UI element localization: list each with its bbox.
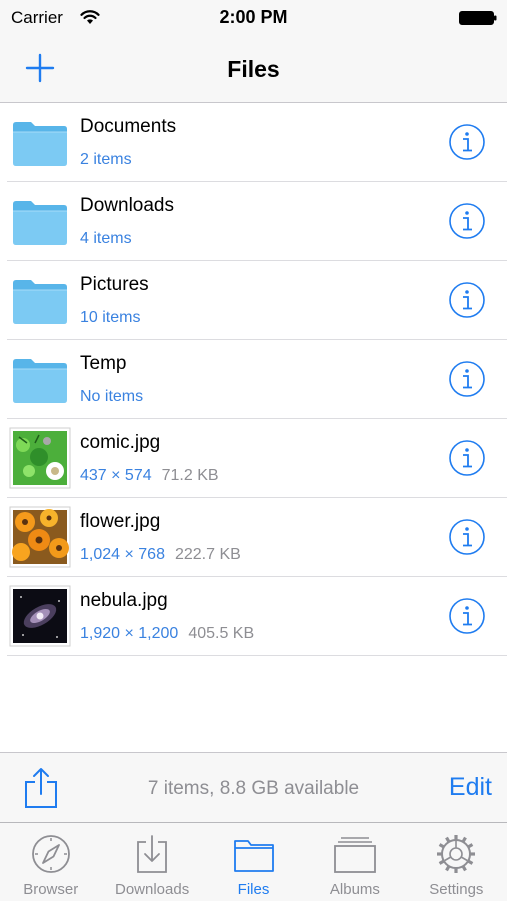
file-size: 405.5 KB bbox=[188, 625, 255, 642]
file-detail: 4 items bbox=[80, 230, 132, 247]
image-thumbnail bbox=[9, 585, 71, 647]
navigation-bar: Files bbox=[0, 36, 507, 103]
file-list: Documents 2 items Downloads 4 items Pictures… bbox=[0, 103, 507, 656]
folder-icon bbox=[9, 111, 71, 173]
tab-label: Downloads bbox=[115, 881, 190, 898]
storage-status: 7 items, 8.8 GB available bbox=[147, 778, 360, 799]
file-row[interactable]: comic.jpg 437 × 574 71.2 KB bbox=[7, 419, 507, 498]
status-bar: Carrier 2:00 PM bbox=[0, 0, 507, 36]
file-detail: No items bbox=[80, 388, 144, 405]
compass-icon bbox=[31, 835, 70, 873]
file-meta: No items bbox=[80, 388, 143, 406]
file-name: Documents bbox=[80, 116, 177, 137]
file-name: comic.jpg bbox=[80, 432, 161, 453]
clock: 2:00 PM bbox=[219, 7, 288, 27]
folder-icon bbox=[9, 269, 71, 331]
tab-albums[interactable]: Albums bbox=[304, 823, 405, 901]
file-detail: 437 × 574 bbox=[80, 467, 152, 484]
file-name: Temp bbox=[80, 353, 127, 374]
image-thumbnail bbox=[9, 506, 71, 568]
info-icon[interactable] bbox=[448, 202, 486, 240]
albums-icon bbox=[334, 837, 376, 873]
file-meta: 1,920 × 1,200 405.5 KB bbox=[80, 625, 254, 643]
file-meta: 437 × 574 71.2 KB bbox=[80, 467, 219, 485]
tab-downloads[interactable]: Downloads bbox=[101, 823, 202, 901]
tab-settings[interactable]: Settings bbox=[406, 823, 507, 901]
info-icon[interactable] bbox=[448, 123, 486, 161]
file-detail: 1,024 × 768 bbox=[80, 546, 165, 563]
battery-icon bbox=[459, 11, 497, 25]
file-row[interactable]: nebula.jpg 1,920 × 1,200 405.5 KB bbox=[7, 577, 507, 656]
file-row[interactable]: Temp No items bbox=[7, 340, 507, 419]
tab-label: Albums bbox=[329, 881, 380, 898]
info-icon[interactable] bbox=[448, 360, 486, 398]
file-meta: 10 items bbox=[80, 309, 140, 327]
image-thumbnail bbox=[9, 427, 71, 489]
folder-icon bbox=[9, 190, 71, 252]
download-icon bbox=[137, 835, 168, 873]
file-meta: 1,024 × 768 222.7 KB bbox=[80, 546, 241, 564]
bottom-toolbar: 7 items, 8.8 GB available Edit bbox=[0, 752, 507, 823]
file-name: Pictures bbox=[80, 274, 149, 295]
file-detail: 1,920 × 1,200 bbox=[80, 625, 179, 642]
file-size: 71.2 KB bbox=[161, 467, 219, 484]
file-meta: 2 items bbox=[80, 151, 132, 169]
page-title: Files bbox=[227, 56, 280, 82]
info-icon[interactable] bbox=[448, 597, 486, 635]
tab-files[interactable]: Files bbox=[203, 823, 304, 901]
file-row[interactable]: Documents 2 items bbox=[7, 103, 507, 182]
file-row[interactable]: flower.jpg 1,024 × 768 222.7 KB bbox=[7, 498, 507, 577]
tab-browser[interactable]: Browser bbox=[0, 823, 101, 901]
tab-label: Browser bbox=[23, 881, 79, 898]
tab-label: Files bbox=[237, 881, 270, 898]
tab-bar: Browser Downloads Files Albums Settings bbox=[0, 822, 507, 901]
gear-icon bbox=[437, 835, 476, 873]
edit-button[interactable]: Edit bbox=[449, 773, 492, 802]
file-size: 222.7 KB bbox=[174, 546, 241, 563]
file-row[interactable]: Downloads 4 items bbox=[7, 182, 507, 261]
file-meta: 4 items bbox=[80, 230, 132, 248]
info-icon[interactable] bbox=[448, 281, 486, 319]
file-name: nebula.jpg bbox=[80, 590, 168, 611]
info-icon[interactable] bbox=[448, 439, 486, 477]
file-detail: 10 items bbox=[80, 309, 141, 326]
folder-icon bbox=[233, 840, 274, 872]
file-name: Downloads bbox=[80, 195, 174, 216]
folder-icon bbox=[9, 348, 71, 410]
file-row[interactable]: Pictures 10 items bbox=[7, 261, 507, 340]
file-name: flower.jpg bbox=[80, 511, 161, 532]
info-icon[interactable] bbox=[448, 518, 486, 556]
tab-label: Settings bbox=[429, 881, 484, 898]
file-detail: 2 items bbox=[80, 151, 132, 168]
